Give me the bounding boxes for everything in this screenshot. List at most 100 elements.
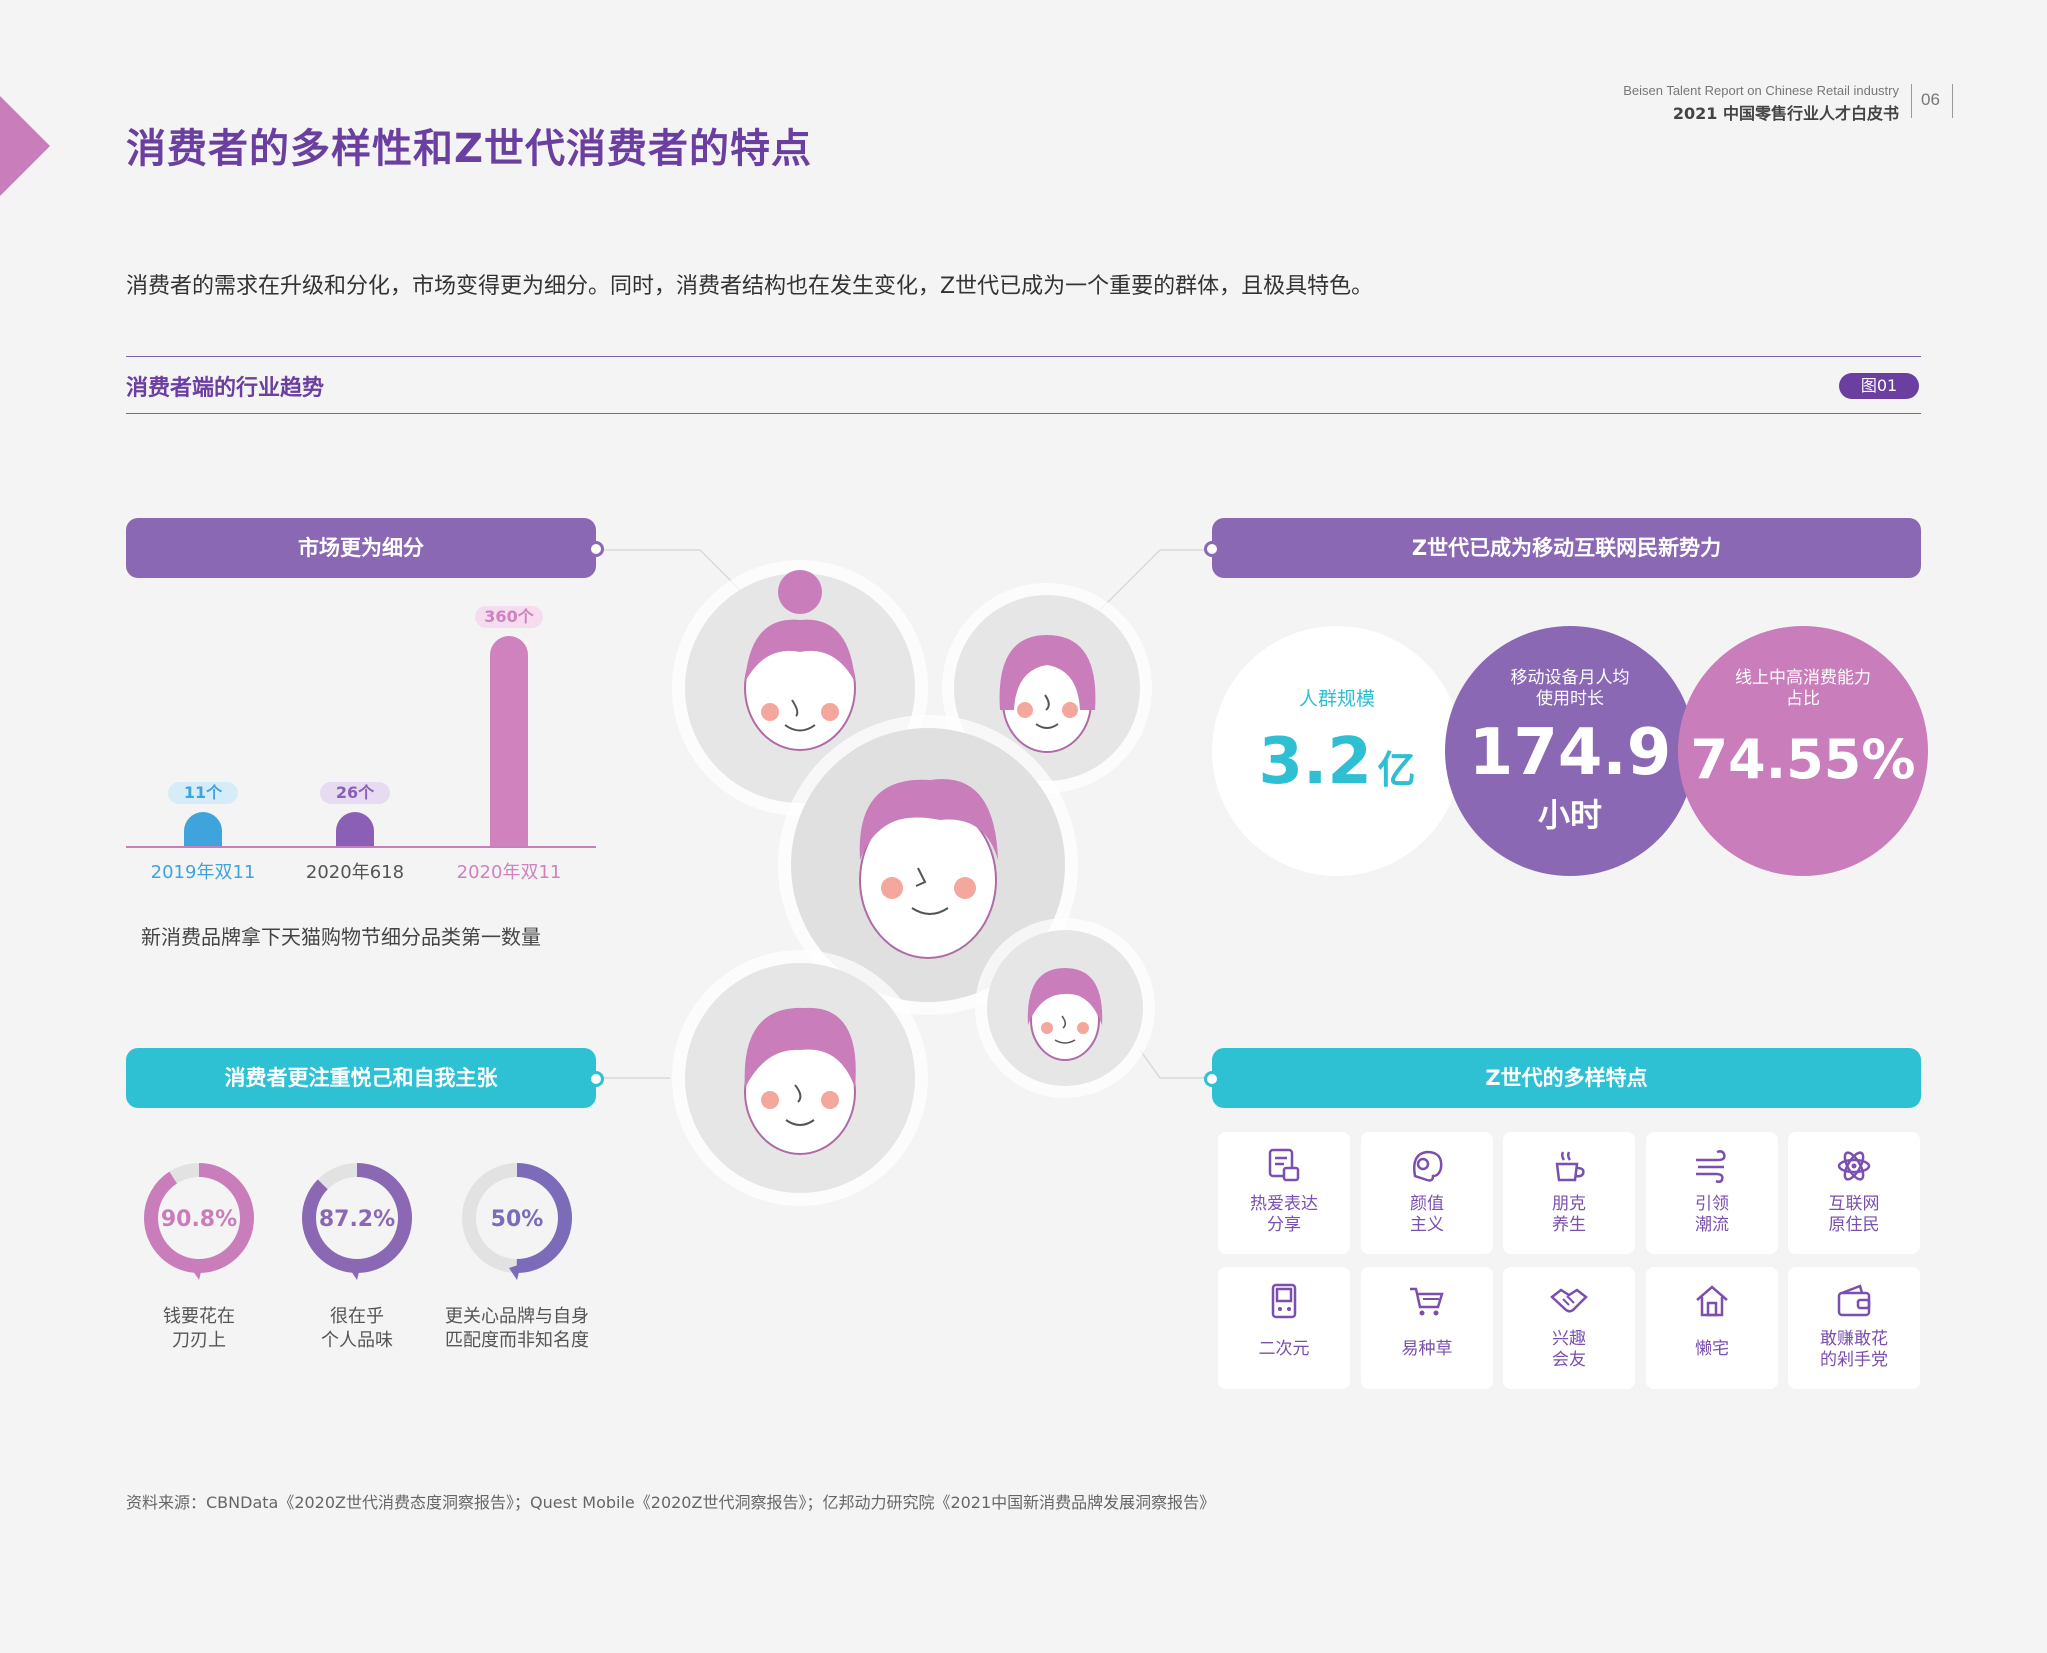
trait-card: 朋克 养生: [1503, 1132, 1635, 1254]
trait-label: 朋克 养生: [1503, 1194, 1635, 1236]
faces-illustration: [600, 549, 1212, 1206]
trait-card: 兴趣 会友: [1503, 1267, 1635, 1389]
trait-label-line1: 颜值: [1410, 1194, 1444, 1214]
face-icon: [1413, 1150, 1443, 1182]
genz-panel-title: Z世代已成为移动互联网民新势力: [1212, 518, 1921, 578]
trait-card: 懒宅: [1646, 1267, 1778, 1389]
shopping-cart-icon: [1410, 1287, 1444, 1316]
trait-label-line1: 兴趣: [1552, 1329, 1586, 1349]
bar-category-label: 2020年双11: [456, 862, 562, 883]
donut-label-line1: 很在乎: [330, 1306, 384, 1327]
donut-chart-2: 87.2%: [302, 1163, 412, 1280]
bar-3: [490, 636, 528, 846]
traits-panel-title: Z世代的多样特点: [1212, 1048, 1921, 1108]
stat-population-label: 人群规模: [1298, 688, 1375, 710]
page-number: 06: [1921, 90, 1940, 109]
wallet-icon: [1837, 1284, 1871, 1317]
page-number-divider: [1952, 84, 1953, 118]
trait-card: 互联网 原住民: [1788, 1132, 1920, 1254]
trait-card: 二次元: [1218, 1267, 1350, 1389]
source-note: 资料来源：CBNData《2020Z世代消费态度洞察报告》；Quest Mobi…: [126, 1493, 1216, 1512]
bar-value-label: 11个: [168, 782, 238, 804]
stat-population: 人群规模 3.2 亿: [1212, 626, 1462, 876]
self-panel-connector-dot: [588, 1071, 604, 1087]
trait-label-line1: 易种草: [1401, 1339, 1453, 1359]
intro-paragraph: 消费者的需求在升级和分化，市场变得更为细分。同时，消费者结构也在发生变化，Z世代…: [126, 274, 1374, 299]
trait-label: 兴趣 会友: [1503, 1329, 1635, 1371]
trait-label: 热爱表达 分享: [1218, 1194, 1350, 1236]
donut-label-line2: 刀刃上: [172, 1330, 226, 1351]
corner-triangle-decoration: [0, 96, 50, 196]
trait-label: 二次元: [1218, 1339, 1350, 1360]
bar-1: [184, 812, 222, 846]
stat-spending-label-line1: 线上中高消费能力: [1735, 668, 1871, 688]
donut-chart-3: 50%: [462, 1163, 572, 1280]
report-title-cn: 2021 中国零售行业人才白皮书: [1672, 104, 1899, 123]
trait-label: 互联网 原住民: [1788, 1194, 1920, 1236]
trait-card: 引领 潮流: [1646, 1132, 1778, 1254]
trait-label-line2: 分享: [1267, 1215, 1301, 1235]
tea-cup-icon: [1555, 1151, 1585, 1182]
donut-label-line1: 钱要花在: [163, 1306, 235, 1327]
stat-usage-label-line1: 移动设备月人均: [1510, 668, 1630, 688]
bar-category-label: 2019年双11: [150, 862, 256, 883]
bar-value-label: 360个: [475, 606, 543, 628]
atom-icon: [1837, 1151, 1871, 1181]
trait-card: 颜值 主义: [1361, 1132, 1493, 1254]
bar-chart-axis: [126, 846, 596, 848]
face-side-hair: [1027, 968, 1103, 1061]
section-label: 消费者端的行业趋势: [126, 376, 325, 401]
chat-icon: [1268, 1148, 1300, 1182]
donut-label-line1: 更关心品牌与自身: [445, 1306, 589, 1327]
donut-label: 更关心品牌与自身 匹配度而非知名度: [427, 1305, 607, 1353]
donut-value: 50%: [491, 1207, 544, 1232]
stat-spending-share: 线上中高消费能力 占比 74.55%: [1678, 626, 1928, 876]
face-quiff-hair: [744, 1007, 856, 1155]
stat-usage-value: 174.9: [1468, 716, 1672, 790]
game-console-icon: [1271, 1283, 1297, 1319]
genz-panel-connector-dot: [1204, 541, 1220, 557]
market-panel-title: 市场更为细分: [126, 518, 596, 578]
trait-label-line1: 互联网: [1828, 1194, 1880, 1214]
report-title-en: Beisen Talent Report on Chinese Retail i…: [1623, 83, 1899, 98]
trait-label: 懒宅: [1646, 1339, 1778, 1360]
stat-population-unit: 亿: [1377, 748, 1416, 792]
trait-label-line1: 二次元: [1258, 1339, 1310, 1359]
market-panel-connector-dot: [588, 541, 604, 557]
bar-category-label: 2020年618: [305, 862, 405, 883]
wind-icon: [1696, 1150, 1726, 1184]
donut-value: 90.8%: [161, 1207, 237, 1232]
trait-card: 敢赚敢花 的剁手党: [1788, 1267, 1920, 1389]
donut-label: 钱要花在 刀刃上: [109, 1305, 289, 1353]
bar-value-label: 26个: [320, 782, 390, 804]
home-icon: [1696, 1285, 1728, 1317]
trait-label: 颜值 主义: [1361, 1194, 1493, 1236]
trait-label-line2: 养生: [1552, 1215, 1586, 1235]
trait-label-line1: 热爱表达: [1250, 1194, 1318, 1214]
donut-chart-1: 90.8%: [144, 1163, 254, 1280]
self-panel-title: 消费者更注重悦己和自我主张: [126, 1048, 596, 1108]
face-bob-hair: [999, 635, 1096, 753]
trait-label-line2: 潮流: [1695, 1215, 1729, 1235]
donut-label: 很在乎 个人品味: [267, 1305, 447, 1353]
stat-spending-label-line2: 占比: [1786, 689, 1820, 709]
section-top-rule: [126, 356, 1921, 357]
page-title: 消费者的多样性和Z世代消费者的特点: [126, 126, 813, 172]
stat-usage-label-line2: 使用时长: [1536, 689, 1604, 709]
face-short-hair: [859, 779, 998, 959]
trait-label-line1: 敢赚敢花: [1820, 1329, 1888, 1349]
trait-label-line1: 朋克: [1552, 1194, 1586, 1214]
stat-population-value: 3.2: [1258, 725, 1372, 799]
trait-label: 易种草: [1361, 1339, 1493, 1360]
page-number-divider: [1911, 84, 1912, 118]
stat-spending-value: 74.55%: [1690, 728, 1916, 791]
trait-label-line2: 主义: [1410, 1215, 1444, 1235]
handshake-icon: [1550, 1288, 1588, 1313]
donut-value: 87.2%: [319, 1207, 395, 1232]
donut-label-line2: 个人品味: [321, 1330, 393, 1351]
trait-label-line2: 的剁手党: [1820, 1350, 1888, 1370]
traits-panel-connector-dot: [1204, 1071, 1220, 1087]
stat-usage-unit: 小时: [1537, 796, 1602, 834]
bar-2: [336, 812, 374, 846]
donut-label-line2: 匹配度而非知名度: [445, 1330, 589, 1351]
